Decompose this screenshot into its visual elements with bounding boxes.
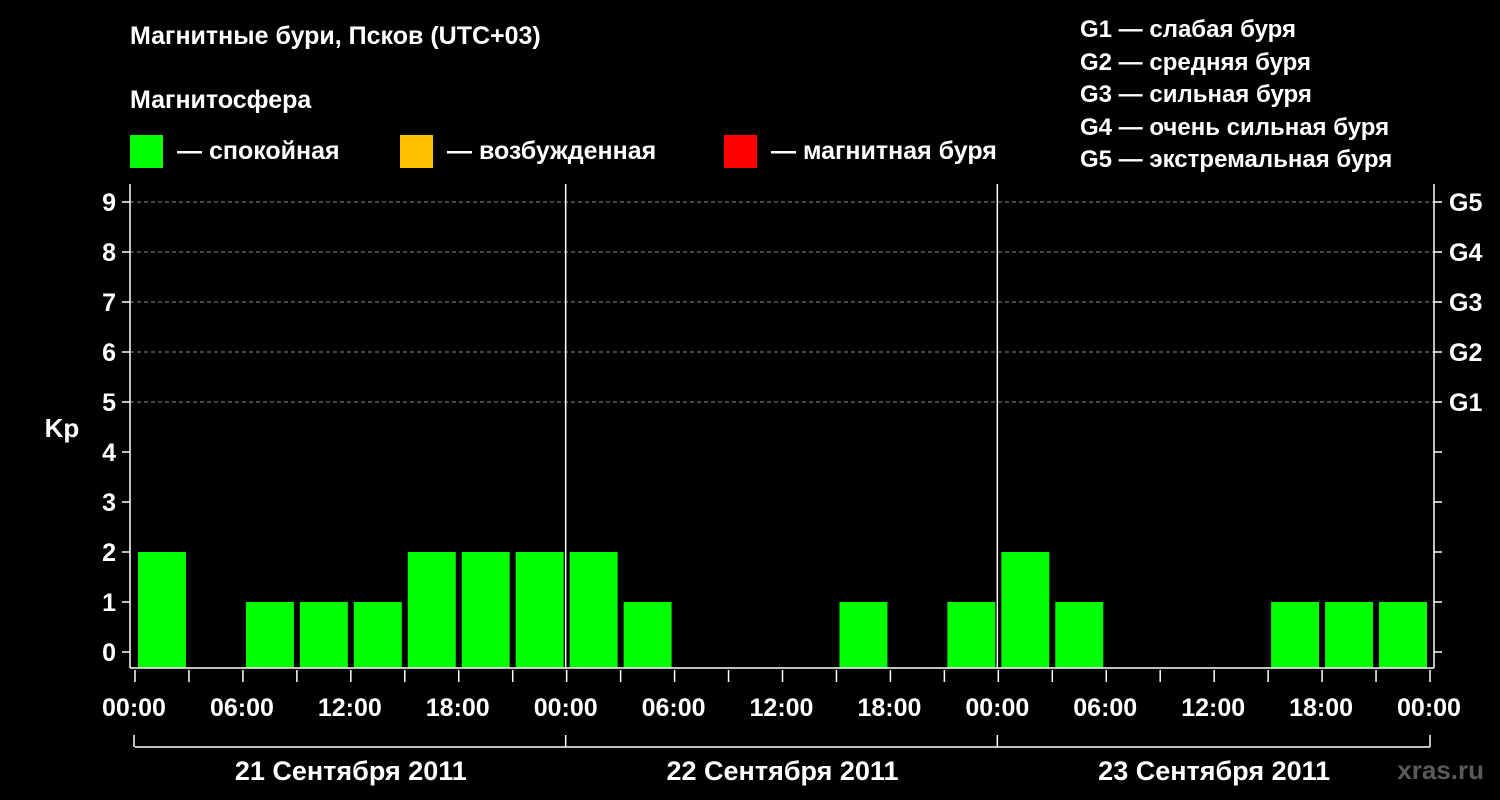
x-tick-label: 12:00 (1181, 694, 1245, 722)
x-tick-label: 00:00 (534, 694, 598, 722)
right-tick-label: G1 (1449, 389, 1482, 417)
kp-bar (461, 552, 510, 668)
kp-bar (1271, 602, 1320, 668)
day-label: 23 Сентября 2011 (1098, 756, 1330, 786)
x-tick-label: 00:00 (102, 694, 166, 722)
kp-bar (569, 552, 618, 668)
y-tick-label: 7 (102, 289, 116, 317)
kp-bar (515, 552, 564, 668)
y-tick-label: 5 (102, 389, 116, 417)
y-axis-label: Kp (45, 413, 80, 443)
x-tick-label: 06:00 (1073, 694, 1137, 722)
kp-bar (1055, 602, 1104, 668)
x-tick-label: 06:00 (642, 694, 706, 722)
y-tick-label: 3 (102, 489, 116, 517)
kp-bar (1379, 602, 1427, 668)
right-tick-label: G3 (1449, 289, 1482, 317)
y-tick-label: 2 (102, 539, 116, 567)
axes-layer: 0 1 2 3 4 5 6 7 8 9 G1 G2 G3 G4 G5 00:00 06:00 12:00 18:00… (102, 184, 1482, 786)
right-tick-label: G2 (1449, 339, 1482, 367)
kp-bar (353, 602, 402, 668)
y-tick-label: 8 (102, 239, 116, 267)
x-tick-label: 00:00 (1397, 694, 1461, 722)
bars-layer (138, 552, 1427, 668)
right-tick-label: G4 (1449, 239, 1482, 267)
kp-bar-chart: 0 1 2 3 4 5 6 7 8 9 G1 G2 G3 G4 G5 00:00 06:00 12:00 18:00… (45, 184, 1482, 786)
kp-bar (299, 602, 348, 668)
y-tick-label: 4 (102, 439, 116, 467)
kp-bar (407, 552, 456, 668)
x-tick-label: 18:00 (426, 694, 490, 722)
kp-bar (947, 602, 996, 668)
x-tick-label: 12:00 (750, 694, 814, 722)
kp-bar (1325, 602, 1374, 668)
day-label: 22 Сентября 2011 (667, 756, 899, 786)
y-tick-label: 6 (102, 339, 116, 367)
day-label: 21 Сентября 2011 (235, 756, 467, 786)
x-tick-label: 06:00 (210, 694, 274, 722)
y-tick-label: 0 (102, 639, 116, 667)
kp-bar (623, 602, 672, 668)
kp-bar (138, 552, 186, 668)
y-tick-label: 1 (102, 589, 116, 617)
x-tick-label: 00:00 (965, 694, 1029, 722)
right-tick-label: G5 (1449, 189, 1482, 217)
y-tick-label: 9 (102, 189, 116, 217)
x-tick-label: 18:00 (1289, 694, 1353, 722)
kp-bar (1001, 552, 1050, 668)
x-tick-label: 12:00 (318, 694, 382, 722)
watermark: xras.ru (1397, 755, 1484, 785)
x-tick-label: 18:00 (857, 694, 921, 722)
kp-bar (839, 602, 888, 668)
grid-layer (130, 201, 1434, 403)
kp-bar (245, 602, 294, 668)
